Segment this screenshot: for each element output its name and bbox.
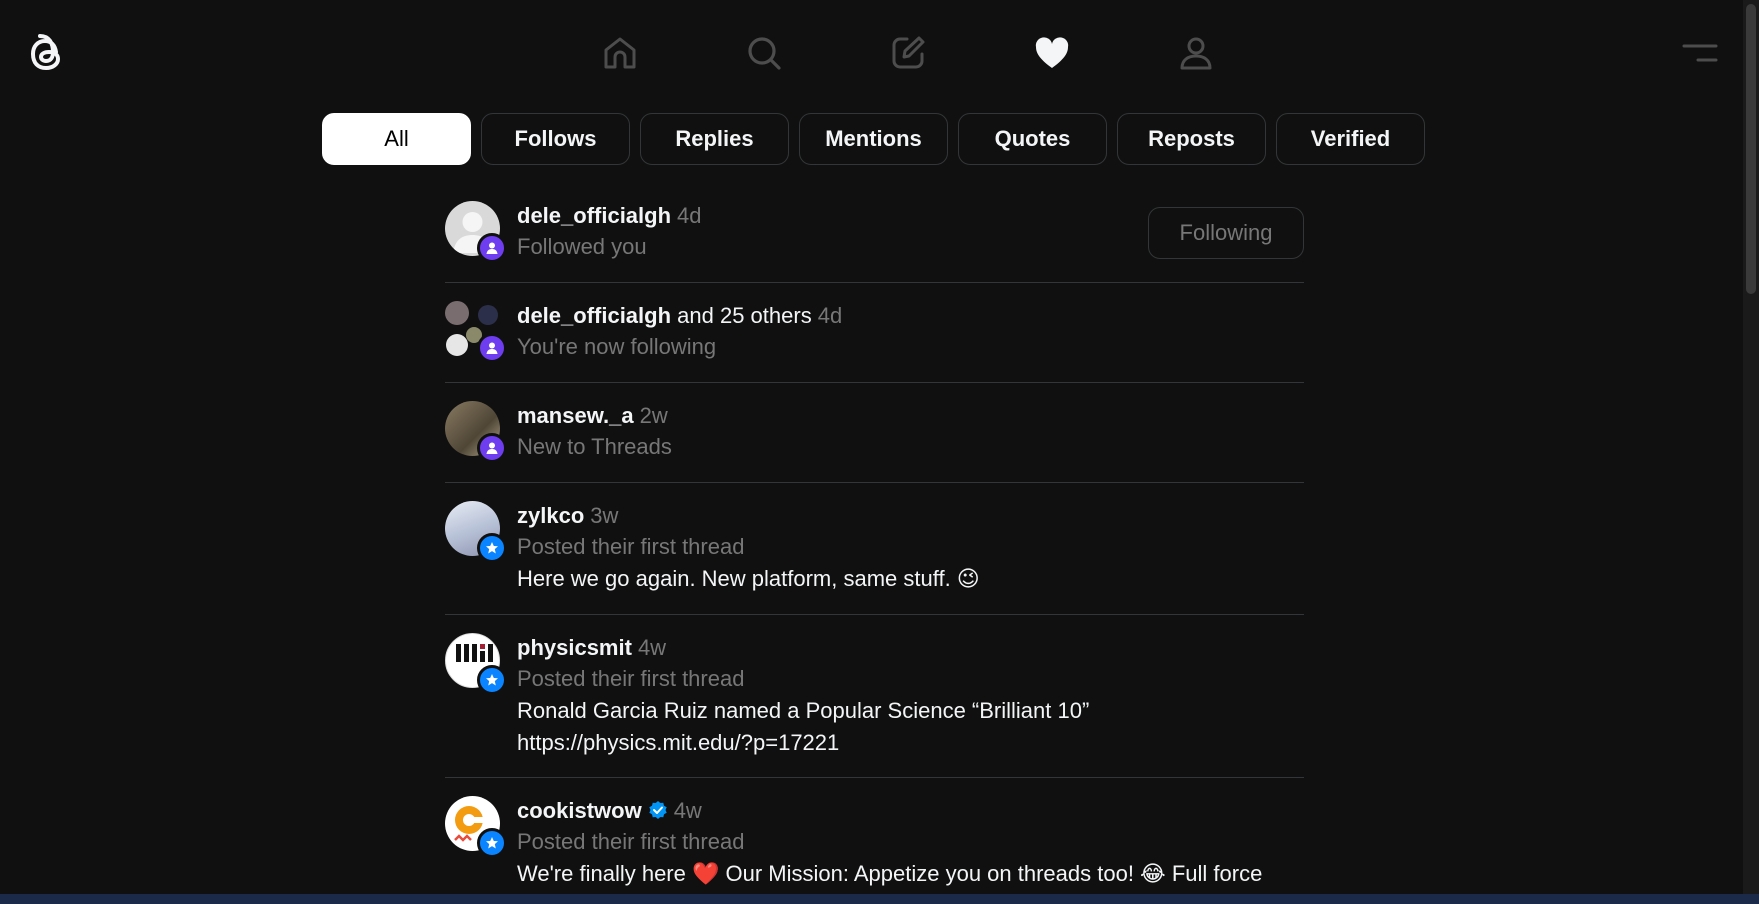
nav-activity[interactable] <box>980 20 1124 86</box>
tab-follows[interactable]: Follows <box>481 113 630 165</box>
username[interactable]: zylkco <box>517 503 584 528</box>
tab-quotes[interactable]: Quotes <box>958 113 1107 165</box>
nav-search[interactable] <box>692 20 836 86</box>
activity-item[interactable]: dele_officialgh and 25 others 4d You're n… <box>445 283 1304 383</box>
thread-text[interactable]: Here we go again. New platform, same stu… <box>517 563 1304 595</box>
tab-mentions[interactable]: Mentions <box>799 113 948 165</box>
username[interactable]: dele_officialgh <box>517 303 671 328</box>
search-icon <box>748 37 781 70</box>
filter-tabs: All Follows Replies Mentions Quotes Repo… <box>322 113 1425 165</box>
thread-text[interactable]: Ronald Garcia Ruiz named a Popular Scien… <box>517 695 1304 727</box>
timestamp: 3w <box>590 503 619 528</box>
activity-feed: dele_officialgh 4d Followed you Following <box>445 195 1304 898</box>
threads-activity-page: All Follows Replies Mentions Quotes Repo… <box>0 0 1759 904</box>
activity-description: You're now following <box>517 334 717 359</box>
activity-item[interactable]: mansew._a 2w New to Threads <box>445 383 1304 483</box>
thread-text[interactable]: We're finally here ❤️ Our Mission: Appet… <box>517 858 1304 890</box>
activity-item[interactable]: dele_officialgh 4d Followed you Following <box>445 195 1304 283</box>
tab-replies[interactable]: Replies <box>640 113 789 165</box>
menu-icon[interactable] <box>1680 40 1720 68</box>
timestamp: 2w <box>639 403 668 428</box>
compose-icon <box>892 36 925 69</box>
tab-reposts[interactable]: Reposts <box>1117 113 1266 165</box>
home-icon <box>604 37 636 69</box>
timestamp: 4w <box>673 798 702 823</box>
activity-description: Posted their first thread <box>517 666 745 691</box>
activity-description: Posted their first thread <box>517 829 745 854</box>
heart-icon <box>1035 37 1069 68</box>
activity-item[interactable]: zylkco 3w Posted their first thread Here … <box>445 483 1304 615</box>
timestamp: 4w <box>637 635 667 660</box>
others-text: and 25 others <box>671 303 812 328</box>
activity-description: New to Threads <box>517 434 672 459</box>
username[interactable]: physicsmit <box>517 635 632 660</box>
activity-item[interactable]: physicsmit 4w Posted their first thread R… <box>445 615 1304 778</box>
following-button[interactable]: Following <box>1148 207 1304 259</box>
threads-logo-icon[interactable] <box>26 30 68 78</box>
timestamp: 4d <box>677 203 702 228</box>
activity-item[interactable]: cookistwow 4w Posted their first thread … <box>445 778 1304 898</box>
follow-badge-icon <box>477 333 507 363</box>
nav-create[interactable] <box>836 20 980 86</box>
user-icon <box>1180 37 1212 70</box>
nav-home[interactable] <box>548 20 692 86</box>
taskbar-edge <box>0 894 1759 904</box>
tab-verified[interactable]: Verified <box>1276 113 1425 165</box>
star-badge-icon <box>477 533 507 563</box>
username[interactable]: cookistwow <box>517 798 642 823</box>
username[interactable]: dele_officialgh <box>517 203 671 228</box>
star-badge-icon <box>477 665 507 695</box>
scrollbar[interactable] <box>1743 0 1759 894</box>
nav-profile[interactable] <box>1124 20 1268 86</box>
verified-badge-icon <box>648 801 667 819</box>
thread-link[interactable]: https://physics.mit.edu/?p=17221 <box>517 727 1304 759</box>
follow-badge-icon <box>477 233 507 263</box>
timestamp: 4d <box>817 303 843 328</box>
activity-description: Posted their first thread <box>517 534 745 559</box>
main-nav <box>548 20 1268 86</box>
follow-badge-icon <box>477 433 507 463</box>
scrollbar-thumb[interactable] <box>1746 4 1756 294</box>
star-badge-icon <box>477 828 507 858</box>
tab-all[interactable]: All <box>322 113 471 165</box>
username[interactable]: mansew._a <box>517 403 634 428</box>
